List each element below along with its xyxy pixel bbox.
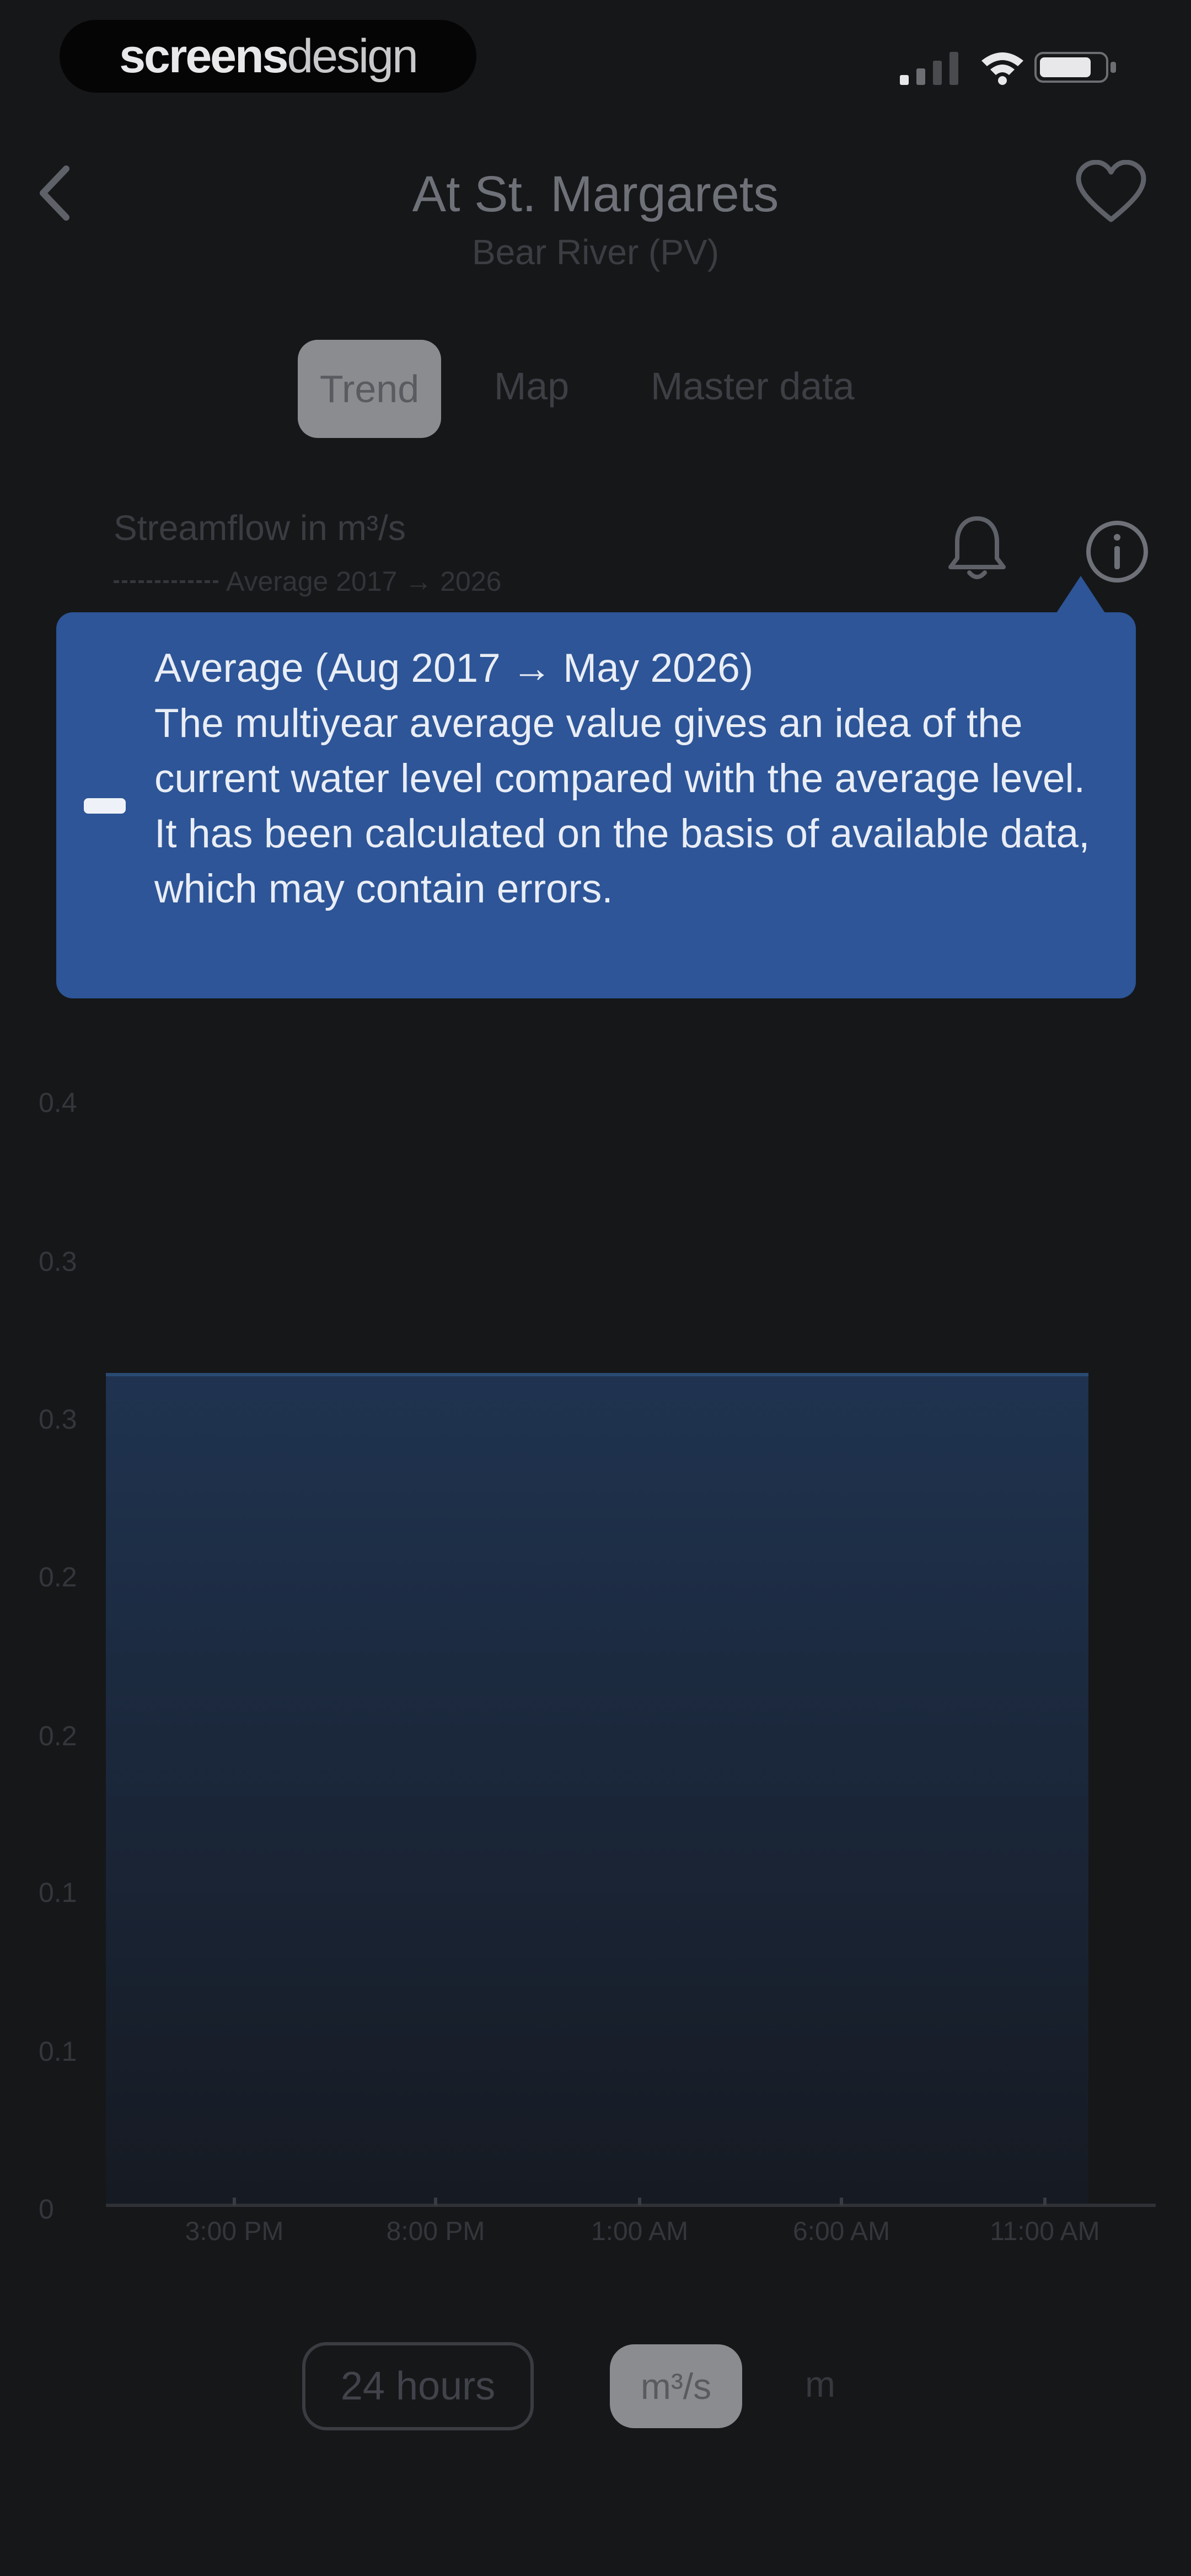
average-area xyxy=(106,1375,1088,2205)
y-tick-label: 0.1 xyxy=(39,2036,77,2067)
y-tick-label: 0.3 xyxy=(39,1404,77,1435)
y-tick-label: 0.3 xyxy=(39,1246,77,1277)
y-tick-label: 0.2 xyxy=(39,1720,77,1751)
time-range-button[interactable]: 24 hours xyxy=(302,2342,534,2430)
x-tick-label: 8:00 PM xyxy=(386,2217,485,2246)
tooltip-title: Average (Aug 2017 → May 2026) xyxy=(154,646,754,691)
streamflow-chart xyxy=(106,1373,1156,2207)
x-tick-label: 6:00 AM xyxy=(792,2217,890,2246)
time-range-label: 24 hours xyxy=(340,2364,496,2408)
unit-m-toggle[interactable]: m xyxy=(805,2363,835,2405)
y-tick-label: 0.1 xyxy=(39,1877,77,1908)
y-tick-label: 0.4 xyxy=(39,1087,77,1118)
average-legend-swatch xyxy=(84,798,126,814)
x-tick-label: 3:00 PM xyxy=(185,2217,284,2246)
unit-ms-toggle[interactable]: m³/s xyxy=(610,2344,742,2428)
x-tick-label: 1:00 AM xyxy=(591,2217,689,2246)
y-tick-label: 0.2 xyxy=(39,1562,77,1592)
unit-ms-label: m³/s xyxy=(640,2366,712,2407)
y-tick-label: 0 xyxy=(39,2194,54,2225)
tooltip-body: The multiyear average value gives an ide… xyxy=(154,701,1090,911)
tooltip-pointer xyxy=(1053,576,1108,618)
x-tick-label: 11:00 AM xyxy=(990,2217,1100,2246)
